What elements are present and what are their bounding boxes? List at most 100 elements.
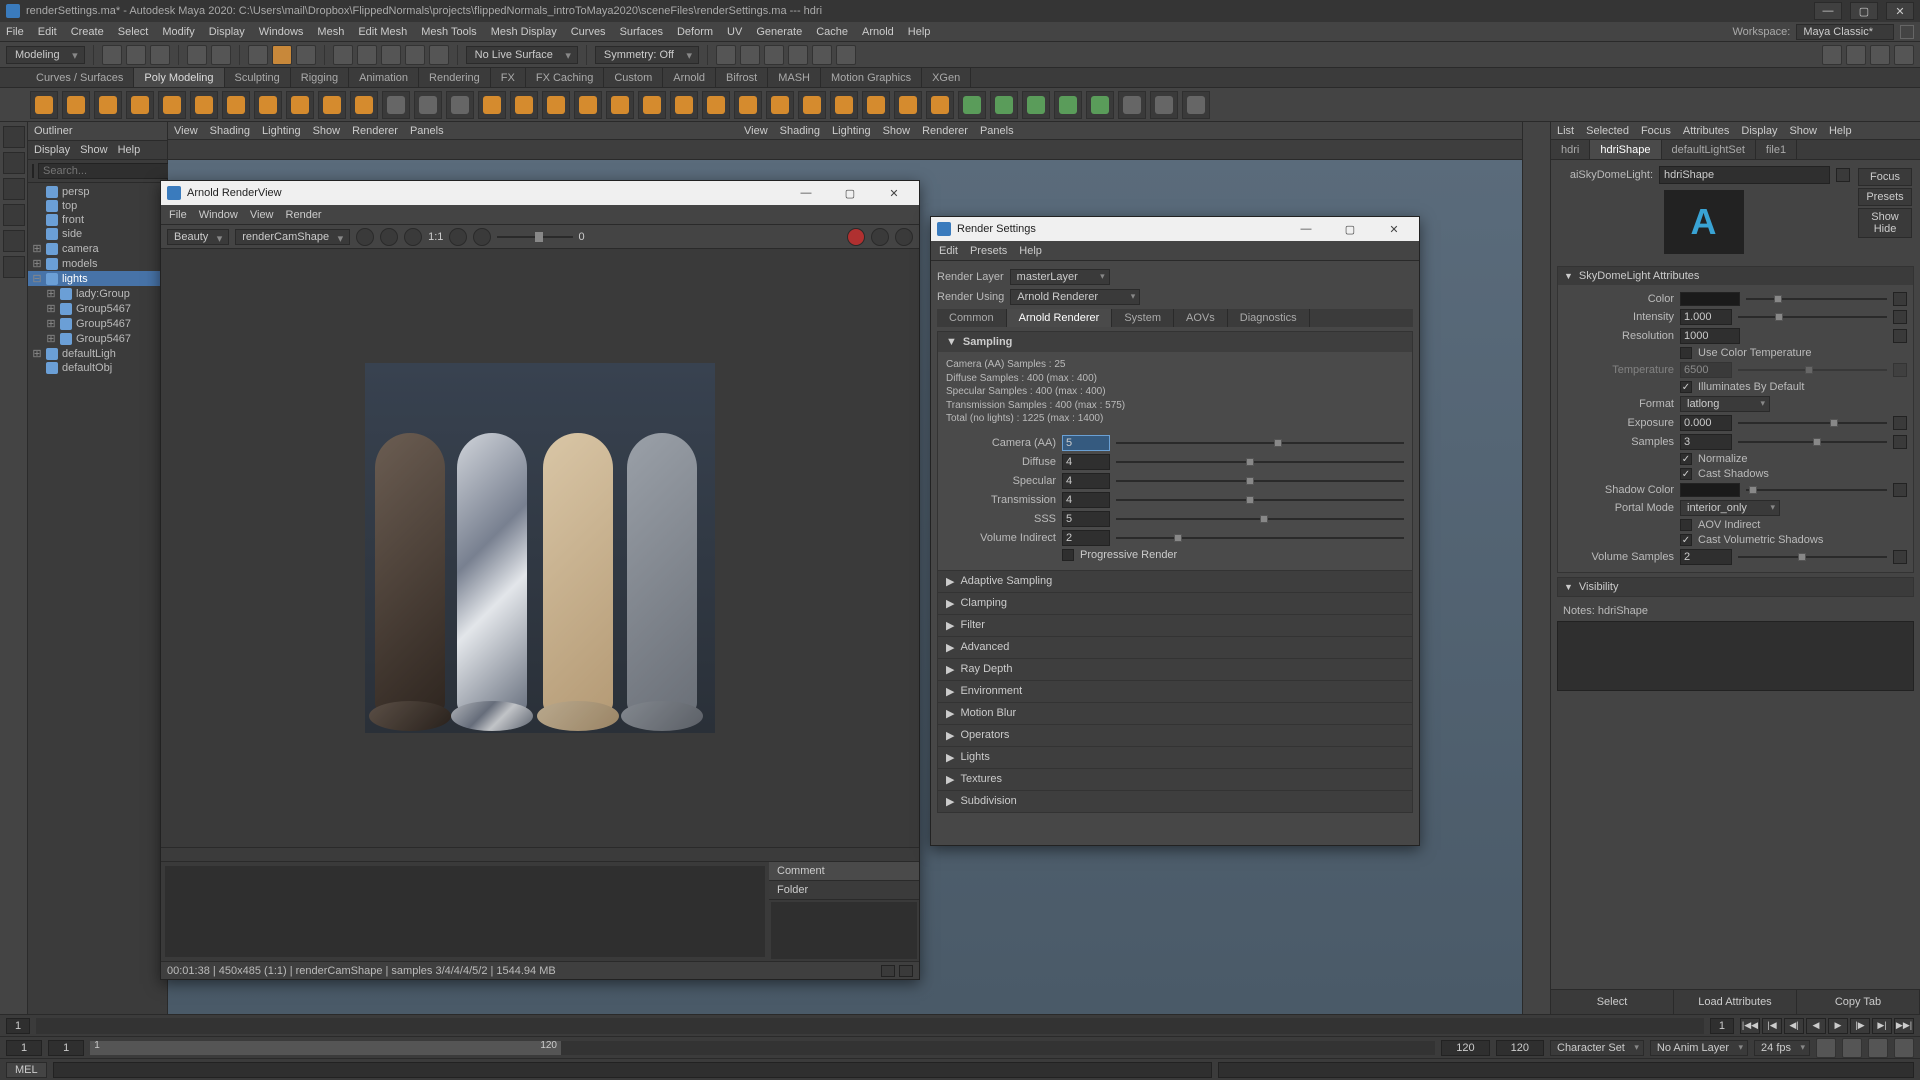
shelf-sculpt-icon[interactable]: [830, 91, 858, 119]
attr-select-button[interactable]: Select: [1551, 990, 1674, 1014]
panel-toggle-1-icon[interactable]: [1822, 45, 1842, 65]
select-tool-icon[interactable]: [248, 45, 268, 65]
vp-menu-shading[interactable]: Shading: [210, 125, 250, 137]
volsamples-map-button[interactable]: [1893, 550, 1907, 564]
exposure-field[interactable]: 0.000: [1680, 415, 1732, 431]
menu-mesh[interactable]: Mesh: [317, 26, 344, 38]
shelf-separate-icon[interactable]: [414, 91, 442, 119]
rv-settings-icon[interactable]: [895, 228, 913, 246]
rs-section-collapsed[interactable]: ▶Clamping: [938, 592, 1412, 614]
rs-section-collapsed[interactable]: ▶Ray Depth: [938, 658, 1412, 680]
rs-slider-value[interactable]: 2: [1062, 530, 1110, 546]
samples-field[interactable]: 3: [1680, 434, 1732, 450]
attr-notes-field[interactable]: [1557, 621, 1914, 691]
rs-slider-track[interactable]: [1116, 532, 1404, 544]
outliner-item[interactable]: defaultObj: [28, 361, 167, 375]
shelf-tab-bifrost[interactable]: Bifrost: [716, 68, 768, 87]
rv-refresh-icon[interactable]: [473, 228, 491, 246]
shelf-subdiv-icon[interactable]: [766, 91, 794, 119]
menu-deform[interactable]: Deform: [677, 26, 713, 38]
expand-icon[interactable]: ⊞: [46, 302, 56, 315]
range-end-inner[interactable]: 120: [1441, 1040, 1489, 1056]
loop-icon[interactable]: [1894, 1038, 1914, 1058]
rs-slider-value[interactable]: 4: [1062, 473, 1110, 489]
vp2-menu-view[interactable]: View: [744, 125, 768, 137]
attr-menu-show[interactable]: Show: [1789, 125, 1817, 137]
rs-renderusing-dropdown[interactable]: Arnold Renderer: [1010, 289, 1140, 305]
rv-menu-file[interactable]: File: [169, 209, 187, 221]
shadowcolor-swatch[interactable]: [1680, 483, 1740, 497]
aovindirect-checkbox[interactable]: [1680, 519, 1692, 531]
rs-section-collapsed[interactable]: ▶Subdivision: [938, 790, 1412, 812]
shelf-cube-icon[interactable]: [62, 91, 90, 119]
shelf-tab-mash[interactable]: MASH: [768, 68, 821, 87]
outliner-item[interactable]: side: [28, 227, 167, 241]
shelf-boolean-icon[interactable]: [446, 91, 474, 119]
rs-slider-track[interactable]: [1116, 456, 1404, 468]
menu-curves[interactable]: Curves: [571, 26, 606, 38]
step-forward-button[interactable]: |▶: [1850, 1018, 1870, 1034]
vp-menu-lighting[interactable]: Lighting: [262, 125, 301, 137]
menu-select[interactable]: Select: [118, 26, 149, 38]
rs-menu-presets[interactable]: Presets: [970, 245, 1007, 257]
save-scene-icon[interactable]: [150, 45, 170, 65]
attr-tab-file1[interactable]: file1: [1756, 140, 1797, 159]
maximize-button[interactable]: ▢: [1850, 2, 1878, 20]
shelf-uv3-icon[interactable]: [1022, 91, 1050, 119]
vp-menu-view[interactable]: View: [174, 125, 198, 137]
renderview-viewport[interactable]: [161, 249, 919, 847]
expand-icon[interactable]: ⊞: [46, 317, 56, 330]
rs-section-sampling[interactable]: ▼Sampling: [938, 332, 1412, 352]
shelf-platonic-icon[interactable]: [254, 91, 282, 119]
attr-focus-button[interactable]: Focus: [1858, 168, 1912, 186]
outliner-item[interactable]: ⊞Group5467: [28, 316, 167, 331]
shelf-tab-curves[interactable]: Curves / Surfaces: [26, 68, 134, 87]
rv-tab-comment[interactable]: Comment: [769, 862, 919, 881]
outliner-item[interactable]: persp: [28, 185, 167, 199]
outliner-item[interactable]: ⊞Group5467: [28, 301, 167, 316]
shelf-target-weld-icon[interactable]: [670, 91, 698, 119]
shadowcolor-map-button[interactable]: [1893, 483, 1907, 497]
outliner-menu-help[interactable]: Help: [118, 144, 141, 156]
attr-menu-selected[interactable]: Selected: [1586, 125, 1629, 137]
expand-icon[interactable]: ⊞: [46, 332, 56, 345]
rs-section-collapsed[interactable]: ▶Adaptive Sampling: [938, 570, 1412, 592]
shelf-crease-icon[interactable]: [798, 91, 826, 119]
rv-tab-folder[interactable]: Folder: [769, 881, 919, 900]
rs-progressive-checkbox[interactable]: [1062, 549, 1074, 561]
expand-icon[interactable]: ⊞: [32, 257, 42, 270]
shelf-quadrangulate-icon[interactable]: [1182, 91, 1210, 119]
last-tool[interactable]: [3, 256, 25, 278]
attr-section-skydome[interactable]: ▼SkyDomeLight Attributes: [1558, 267, 1913, 285]
lasso-tool-icon[interactable]: [296, 45, 316, 65]
outliner-tree[interactable]: persptopfrontside⊞camera⊞models⊟lights⊞l…: [28, 183, 167, 1014]
shelf-uv4-icon[interactable]: [1054, 91, 1082, 119]
shelf-tab-xgen[interactable]: XGen: [922, 68, 971, 87]
rs-menu-edit[interactable]: Edit: [939, 245, 958, 257]
shelf-type-icon[interactable]: [318, 91, 346, 119]
samples-map-button[interactable]: [1893, 435, 1907, 449]
render-settings-icon[interactable]: [764, 45, 784, 65]
vp2-menu-renderer[interactable]: Renderer: [922, 125, 968, 137]
rv-menu-render[interactable]: Render: [286, 209, 322, 221]
color-swatch[interactable]: [1680, 292, 1740, 306]
expand-icon[interactable]: ⊞: [32, 347, 42, 360]
shelf-tab-fx[interactable]: FX: [491, 68, 526, 87]
fast-forward-button[interactable]: ▶▶|: [1894, 1018, 1914, 1034]
ipr-icon[interactable]: [740, 45, 760, 65]
shelf-uv5-icon[interactable]: [1086, 91, 1114, 119]
shelf-multicut-icon[interactable]: [638, 91, 666, 119]
rv-menu-view[interactable]: View: [250, 209, 274, 221]
rs-titlebar[interactable]: Render Settings — ▢ ✕: [931, 217, 1419, 241]
shelf-svg-icon[interactable]: [350, 91, 378, 119]
rv-displaymode-dropdown[interactable]: Beauty: [167, 229, 229, 245]
outliner-menu-display[interactable]: Display: [34, 144, 70, 156]
sidebar-toggle-icon[interactable]: [1900, 25, 1914, 39]
shelf-bridge-icon[interactable]: [542, 91, 570, 119]
attr-tab-hdri[interactable]: hdri: [1551, 140, 1590, 159]
attr-tab-hdrishape[interactable]: hdriShape: [1590, 140, 1661, 159]
range-start-outer[interactable]: 1: [6, 1040, 42, 1056]
renderview-maximize[interactable]: ▢: [831, 183, 869, 203]
time-start[interactable]: 1: [6, 1018, 30, 1034]
resolution-field[interactable]: 1000: [1680, 328, 1740, 344]
